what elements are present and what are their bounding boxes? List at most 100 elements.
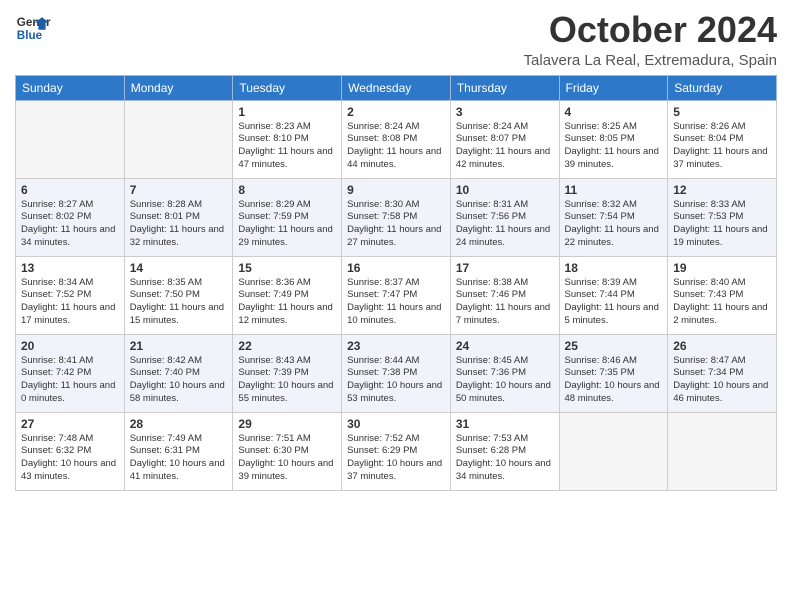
calendar-table: SundayMondayTuesdayWednesdayThursdayFrid… [15, 75, 777, 491]
weekday-header-sunday: Sunday [16, 75, 125, 100]
day-number: 24 [456, 339, 554, 353]
calendar-cell: 31 Sunrise: 7:53 AMSunset: 6:28 PMDayligh… [450, 412, 559, 490]
day-number: 27 [21, 417, 119, 431]
calendar-cell: 10 Sunrise: 8:31 AMSunset: 7:56 PMDayligh… [450, 178, 559, 256]
day-info: Sunrise: 8:31 AMSunset: 7:56 PMDaylight:… [456, 199, 554, 250]
day-info: Sunrise: 8:33 AMSunset: 7:53 PMDaylight:… [673, 199, 771, 250]
calendar-cell: 27 Sunrise: 7:48 AMSunset: 6:32 PMDayligh… [16, 412, 125, 490]
day-number: 14 [130, 261, 228, 275]
day-info: Sunrise: 8:38 AMSunset: 7:46 PMDaylight:… [456, 277, 554, 328]
day-number: 29 [238, 417, 336, 431]
title-block: October 2024 Talavera La Real, Extremadu… [524, 10, 777, 69]
calendar-cell: 2 Sunrise: 8:24 AMSunset: 8:08 PMDaylight… [342, 100, 451, 178]
day-info: Sunrise: 8:27 AMSunset: 8:02 PMDaylight:… [21, 199, 119, 250]
calendar-cell: 11 Sunrise: 8:32 AMSunset: 7:54 PMDayligh… [559, 178, 668, 256]
weekday-header-saturday: Saturday [668, 75, 777, 100]
day-info: Sunrise: 8:35 AMSunset: 7:50 PMDaylight:… [130, 277, 228, 328]
day-number: 16 [347, 261, 445, 275]
day-info: Sunrise: 8:37 AMSunset: 7:47 PMDaylight:… [347, 277, 445, 328]
calendar-week-1: 1 Sunrise: 8:23 AMSunset: 8:10 PMDaylight… [16, 100, 777, 178]
day-number: 31 [456, 417, 554, 431]
calendar-cell: 22Sunrise: 8:43 AMSunset: 7:39 PMDayligh… [233, 334, 342, 412]
calendar-cell: 26Sunrise: 8:47 AMSunset: 7:34 PMDayligh… [668, 334, 777, 412]
calendar-cell: 1 Sunrise: 8:23 AMSunset: 8:10 PMDaylight… [233, 100, 342, 178]
logo: General Blue [15, 10, 51, 46]
day-info: Sunrise: 8:40 AMSunset: 7:43 PMDaylight:… [673, 277, 771, 328]
calendar-week-4: 20 Sunrise: 8:41 AMSunset: 7:42 PMDayligh… [16, 334, 777, 412]
day-number: 6 [21, 183, 119, 197]
day-number: 9 [347, 183, 445, 197]
weekday-header-monday: Monday [124, 75, 233, 100]
calendar-cell: 24 Sunrise: 8:45 AMSunset: 7:36 PMDayligh… [450, 334, 559, 412]
day-info: Sunrise: 8:46 AMSunset: 7:35 PMDaylight:… [565, 355, 663, 406]
calendar-week-2: 6 Sunrise: 8:27 AMSunset: 8:02 PMDaylight… [16, 178, 777, 256]
day-info: Sunrise: 8:28 AMSunset: 8:01 PMDaylight:… [130, 199, 228, 250]
calendar-cell: 14 Sunrise: 8:35 AMSunset: 7:50 PMDayligh… [124, 256, 233, 334]
day-number: 23 [347, 339, 445, 353]
calendar-week-3: 13 Sunrise: 8:34 AMSunset: 7:52 PMDayligh… [16, 256, 777, 334]
calendar-cell: 28Sunrise: 7:49 AMSunset: 6:31 PMDayligh… [124, 412, 233, 490]
page-header: General Blue October 2024 Talavera La Re… [15, 10, 777, 69]
calendar-cell: 21 Sunrise: 8:42 AMSunset: 7:40 PMDayligh… [124, 334, 233, 412]
calendar-cell: 30Sunrise: 7:52 AMSunset: 6:29 PMDayligh… [342, 412, 451, 490]
calendar-cell: 20 Sunrise: 8:41 AMSunset: 7:42 PMDayligh… [16, 334, 125, 412]
day-info: Sunrise: 8:42 AMSunset: 7:40 PMDaylight:… [130, 355, 228, 406]
month-title: October 2024 [524, 10, 777, 50]
day-number: 3 [456, 105, 554, 119]
day-number: 15 [238, 261, 336, 275]
day-number: 5 [673, 105, 771, 119]
day-number: 18 [565, 261, 663, 275]
day-number: 2 [347, 105, 445, 119]
day-number: 1 [238, 105, 336, 119]
calendar-cell: 15 Sunrise: 8:36 AMSunset: 7:49 PMDayligh… [233, 256, 342, 334]
day-number: 22 [238, 339, 336, 353]
day-info: Sunrise: 8:24 AMSunset: 8:08 PMDaylight:… [347, 121, 445, 172]
calendar-cell: 9 Sunrise: 8:30 AMSunset: 7:58 PMDaylight… [342, 178, 451, 256]
day-number: 12 [673, 183, 771, 197]
day-info: Sunrise: 8:47 AMSunset: 7:34 PMDaylight:… [673, 355, 771, 406]
day-number: 8 [238, 183, 336, 197]
day-info: Sunrise: 8:34 AMSunset: 7:52 PMDaylight:… [21, 277, 119, 328]
day-number: 20 [21, 339, 119, 353]
day-number: 4 [565, 105, 663, 119]
day-info: Sunrise: 7:48 AMSunset: 6:32 PMDaylight:… [21, 433, 119, 484]
calendar-cell: 17Sunrise: 8:38 AMSunset: 7:46 PMDayligh… [450, 256, 559, 334]
logo-icon: General Blue [15, 10, 51, 46]
calendar-cell [559, 412, 668, 490]
day-info: Sunrise: 8:30 AMSunset: 7:58 PMDaylight:… [347, 199, 445, 250]
calendar-cell: 5Sunrise: 8:26 AMSunset: 8:04 PMDaylight… [668, 100, 777, 178]
calendar-cell: 8Sunrise: 8:29 AMSunset: 7:59 PMDaylight… [233, 178, 342, 256]
day-number: 10 [456, 183, 554, 197]
day-number: 19 [673, 261, 771, 275]
day-number: 11 [565, 183, 663, 197]
day-info: Sunrise: 8:41 AMSunset: 7:42 PMDaylight:… [21, 355, 119, 406]
calendar-cell: 7 Sunrise: 8:28 AMSunset: 8:01 PMDaylight… [124, 178, 233, 256]
svg-text:General: General [17, 16, 51, 29]
calendar-cell: 13 Sunrise: 8:34 AMSunset: 7:52 PMDayligh… [16, 256, 125, 334]
location-subtitle: Talavera La Real, Extremadura, Spain [524, 52, 777, 69]
calendar-cell: 4Sunrise: 8:25 AMSunset: 8:05 PMDaylight… [559, 100, 668, 178]
day-info: Sunrise: 8:24 AMSunset: 8:07 PMDaylight:… [456, 121, 554, 172]
weekday-header-thursday: Thursday [450, 75, 559, 100]
day-info: Sunrise: 8:44 AMSunset: 7:38 PMDaylight:… [347, 355, 445, 406]
day-info: Sunrise: 7:49 AMSunset: 6:31 PMDaylight:… [130, 433, 228, 484]
day-number: 7 [130, 183, 228, 197]
calendar-cell: 16 Sunrise: 8:37 AMSunset: 7:47 PMDayligh… [342, 256, 451, 334]
calendar-cell: 12 Sunrise: 8:33 AMSunset: 7:53 PMDayligh… [668, 178, 777, 256]
calendar-cell [124, 100, 233, 178]
weekday-header-friday: Friday [559, 75, 668, 100]
day-number: 21 [130, 339, 228, 353]
day-info: Sunrise: 8:36 AMSunset: 7:49 PMDaylight:… [238, 277, 336, 328]
calendar-cell: 18Sunrise: 8:39 AMSunset: 7:44 PMDayligh… [559, 256, 668, 334]
day-info: Sunrise: 7:53 AMSunset: 6:28 PMDaylight:… [456, 433, 554, 484]
weekday-header-wednesday: Wednesday [342, 75, 451, 100]
day-info: Sunrise: 7:52 AMSunset: 6:29 PMDaylight:… [347, 433, 445, 484]
day-number: 13 [21, 261, 119, 275]
day-info: Sunrise: 8:32 AMSunset: 7:54 PMDaylight:… [565, 199, 663, 250]
calendar-cell: 29 Sunrise: 7:51 AMSunset: 6:30 PMDayligh… [233, 412, 342, 490]
calendar-cell: 19 Sunrise: 8:40 AMSunset: 7:43 PMDayligh… [668, 256, 777, 334]
weekday-header-tuesday: Tuesday [233, 75, 342, 100]
day-info: Sunrise: 7:51 AMSunset: 6:30 PMDaylight:… [238, 433, 336, 484]
day-info: Sunrise: 8:45 AMSunset: 7:36 PMDaylight:… [456, 355, 554, 406]
day-info: Sunrise: 8:23 AMSunset: 8:10 PMDaylight:… [238, 121, 336, 172]
